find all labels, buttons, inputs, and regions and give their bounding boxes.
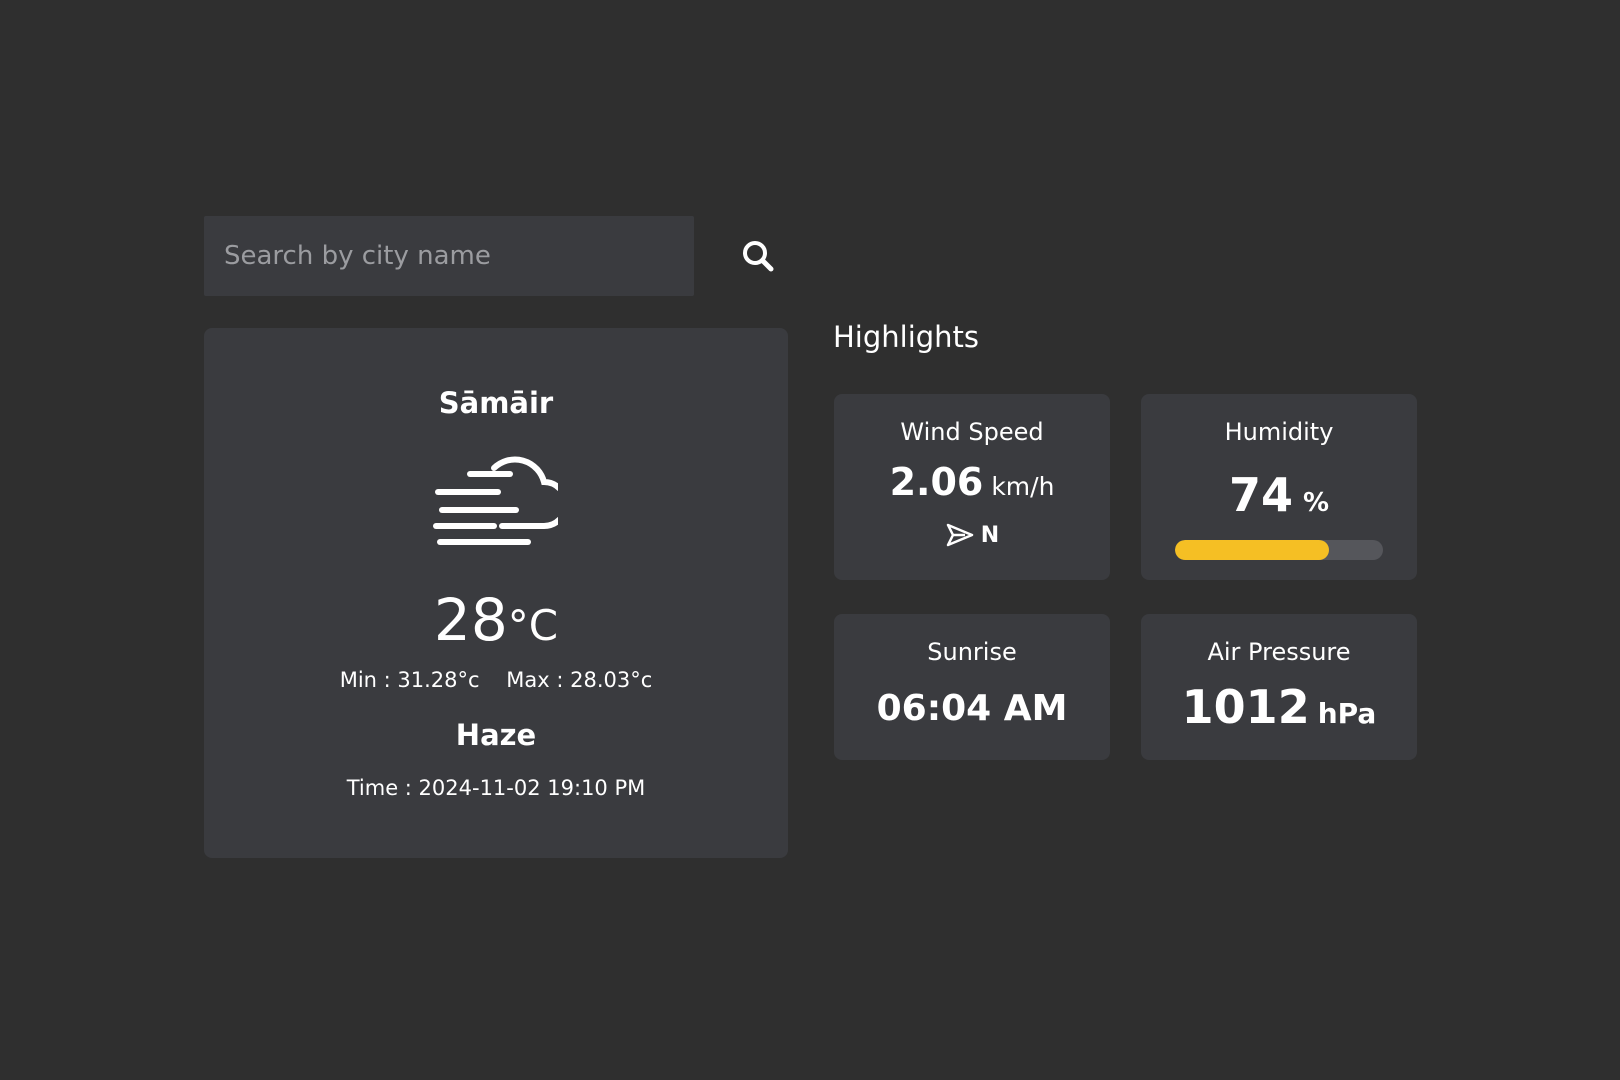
search-icon <box>743 241 774 272</box>
search-input[interactable] <box>204 216 694 296</box>
search-button[interactable] <box>738 236 778 276</box>
air-pressure-value: 1012 <box>1181 680 1310 734</box>
observation-time: Time : 2024-11-02 19:10 PM <box>346 776 646 800</box>
weather-app: Sāmāir 28 °C Min : 31.28°c Max : 28.03°c… <box>0 0 1620 1080</box>
temperature-unit: °C <box>507 601 559 650</box>
weather-condition: Haze <box>455 718 537 752</box>
wind-speed-unit: km/h <box>991 472 1055 501</box>
sunrise-label: Sunrise <box>927 638 1017 666</box>
air-pressure-card: Air Pressure 1012 hPa <box>1141 614 1417 760</box>
air-pressure-label: Air Pressure <box>1207 638 1351 666</box>
air-pressure-unit: hPa <box>1317 697 1377 730</box>
city-name: Sāmāir <box>438 386 554 420</box>
temperature: 28 °C <box>204 586 788 654</box>
wind-direction: N <box>834 522 1110 548</box>
current-weather-card: Sāmāir 28 °C Min : 31.28°c Max : 28.03°c… <box>204 328 788 858</box>
humidity-label: Humidity <box>1224 418 1334 446</box>
min-temperature: Min : 31.28°c <box>339 668 480 692</box>
max-temperature: Max : 28.03°c <box>506 668 653 692</box>
haze-cloud-icon <box>433 456 558 545</box>
wind-speed-label: Wind Speed <box>900 418 1044 446</box>
air-pressure-value-row: 1012 hPa <box>1141 680 1417 734</box>
humidity-value-row: 74 % <box>1141 468 1417 522</box>
wind-speed-card: Wind Speed 2.06 km/h N <box>834 394 1110 580</box>
humidity-value: 74 <box>1228 468 1293 522</box>
navigation-arrow-icon <box>946 523 974 547</box>
humidity-card: Humidity 74 % <box>1141 394 1417 580</box>
wind-speed-value-row: 2.06 km/h <box>834 460 1110 504</box>
sunrise-value: 06:04 AM <box>876 688 1068 729</box>
sunrise-value-row: 06:04 AM <box>834 688 1110 729</box>
min-max-row: Min : 31.28°c Max : 28.03°c <box>204 668 788 692</box>
temperature-value: 28 <box>433 586 508 654</box>
humidity-progress-bar <box>1175 540 1383 560</box>
wind-direction-label: N <box>980 522 1000 548</box>
wind-speed-value: 2.06 <box>889 460 984 504</box>
highlights-title: Highlights <box>833 320 980 354</box>
humidity-progress-fill <box>1175 540 1329 560</box>
humidity-unit: % <box>1302 488 1330 518</box>
sunrise-card: Sunrise 06:04 AM <box>834 614 1110 760</box>
